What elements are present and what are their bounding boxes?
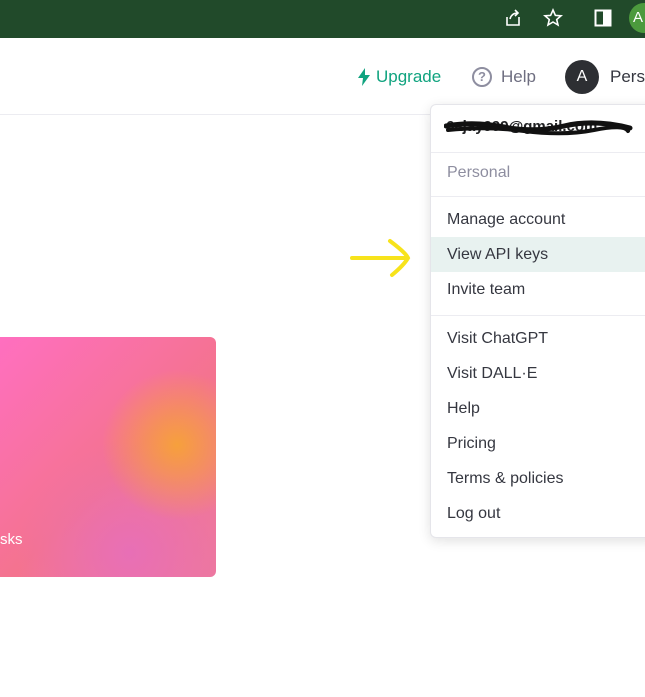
menu-section-personal[interactable]: Personal — [447, 164, 510, 182]
menu-item-help[interactable]: Help — [431, 391, 645, 426]
upgrade-label: Upgrade — [376, 67, 442, 86]
annotation-arrow-icon — [350, 239, 411, 277]
menu-item-view-api-keys[interactable]: View API keys — [431, 237, 645, 272]
lightning-icon — [358, 68, 370, 86]
help-icon: ? — [472, 67, 492, 87]
menu-item-pricing[interactable]: Pricing — [431, 426, 645, 461]
side-panel-icon[interactable] — [588, 3, 618, 33]
help-link[interactable]: ? Help — [472, 66, 536, 88]
menu-item-invite-team[interactable]: Invite team — [431, 272, 645, 307]
help-label: Help — [501, 67, 536, 86]
card-label: sks — [0, 531, 23, 548]
browser-toolbar: A — [0, 0, 645, 38]
star-icon[interactable] — [538, 3, 568, 33]
gradient-card[interactable] — [0, 337, 216, 577]
menu-item-terms-policies[interactable]: Terms & policies — [431, 461, 645, 496]
menu-item-visit-chatgpt[interactable]: Visit ChatGPT — [431, 321, 645, 356]
menu-item-manage-account[interactable]: Manage account — [431, 202, 645, 237]
menu-divider — [431, 315, 645, 316]
menu-item-visit-dalle[interactable]: Visit DALL·E — [431, 356, 645, 391]
avatar[interactable]: A — [565, 60, 599, 94]
upgrade-link[interactable]: Upgrade — [357, 66, 441, 88]
browser-profile-avatar[interactable]: A — [629, 3, 645, 33]
menu-divider — [431, 152, 645, 153]
share-icon[interactable] — [498, 3, 528, 33]
redaction-scribble — [444, 120, 633, 136]
menu-divider — [431, 196, 645, 197]
account-name[interactable]: Pers — [610, 67, 645, 87]
menu-item-log-out[interactable]: Log out — [431, 496, 645, 531]
